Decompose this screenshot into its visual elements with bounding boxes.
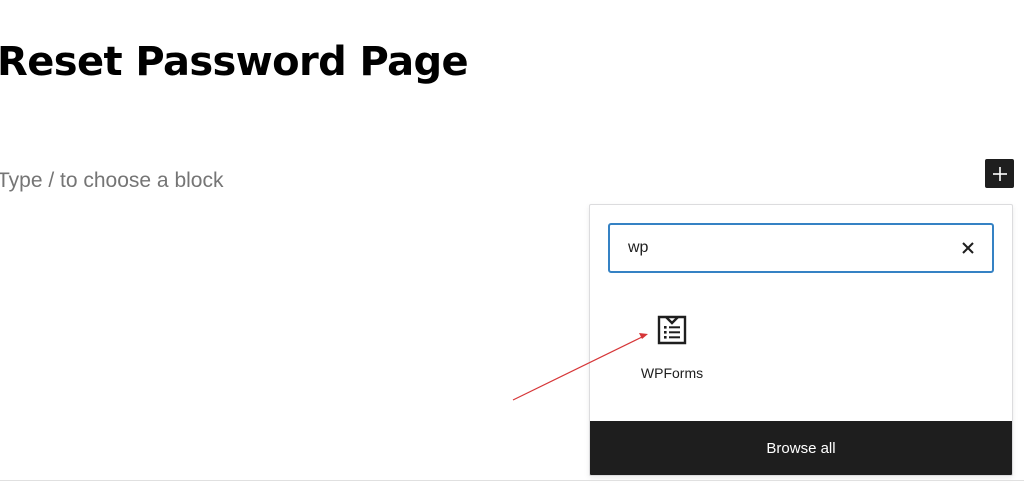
block-inserter-popover: WPForms Browse all	[589, 204, 1013, 476]
bottom-divider	[0, 480, 1024, 481]
plus-icon	[992, 166, 1007, 181]
clear-search-button[interactable]	[956, 236, 980, 260]
block-result-label: WPForms	[640, 365, 704, 381]
block-placeholder[interactable]: Type / to choose a block	[0, 166, 223, 196]
search-input[interactable]	[610, 225, 940, 271]
page-title[interactable]: Reset Password Page	[0, 34, 469, 90]
add-block-button[interactable]	[985, 159, 1014, 188]
block-result-wpforms[interactable]: WPForms	[622, 305, 722, 395]
browse-all-button[interactable]: Browse all	[590, 421, 1012, 475]
editor-canvas: Reset Password Page Type / to choose a b…	[0, 0, 1024, 483]
search-box	[608, 223, 994, 273]
close-icon	[962, 242, 974, 254]
form-icon	[657, 315, 687, 345]
